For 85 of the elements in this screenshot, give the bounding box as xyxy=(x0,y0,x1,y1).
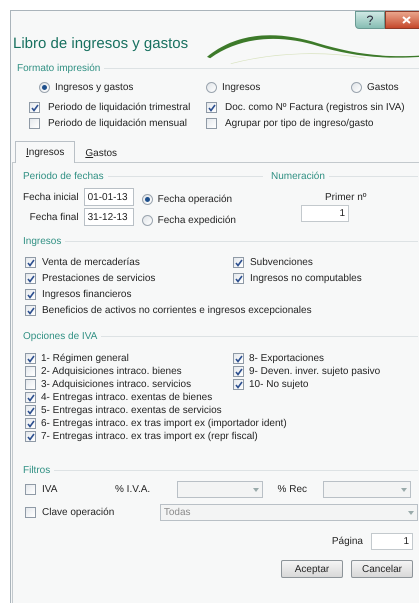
group-title: Formato impresión xyxy=(17,62,100,76)
radio-button[interactable] xyxy=(351,82,362,93)
checkbox[interactable] xyxy=(25,289,36,300)
checkbox[interactable] xyxy=(25,392,36,403)
checkbox-label: 6- Entregas intraco. ex tras import ex (importador ident) xyxy=(41,417,287,430)
checkbox[interactable] xyxy=(233,379,244,390)
check-icon xyxy=(208,104,216,112)
checkbox[interactable] xyxy=(25,431,36,442)
field-label: Fecha inicial xyxy=(23,190,79,204)
checkbox-label: Venta de mercaderías xyxy=(42,256,140,269)
window-title: Libro de ingresos y gastos xyxy=(13,35,188,53)
checkbox-label: Periodo de liquidación trimestral xyxy=(48,101,190,114)
field-label: % I.V.A. xyxy=(115,483,152,497)
date-field[interactable]: 01-01-13 xyxy=(84,188,134,206)
checkbox-label: 8- Exportaciones xyxy=(249,352,324,365)
checkbox[interactable] xyxy=(25,484,36,495)
page-field[interactable]: 1 xyxy=(371,533,413,550)
checkbox-label: 4- Entregas intraco. exentas de bienes xyxy=(41,391,212,404)
checkbox[interactable] xyxy=(25,273,36,284)
radio-button[interactable] xyxy=(142,215,153,226)
radio-label: Ingresos y gastos xyxy=(55,81,134,95)
group-title: Filtros xyxy=(23,464,50,478)
tab[interactable]: Gastos xyxy=(75,144,128,162)
checkbox-label: Doc. como Nº Factura (registros sin IVA) xyxy=(225,101,405,114)
tab[interactable]: Ingresos xyxy=(15,141,76,163)
checkbox-label: 7- Entregas intraco. ex tras import ex (repr fiscal) xyxy=(41,430,258,443)
checkbox-label: 9- Deven. inver. sujeto pasivo xyxy=(249,365,380,378)
group-title: Ingresos xyxy=(23,235,62,249)
checkbox[interactable] xyxy=(233,273,244,284)
checkbox[interactable] xyxy=(25,405,36,416)
checkbox-label: 3- Adquisiciones intraco. servicios xyxy=(41,378,192,391)
field-label: Primer nº xyxy=(324,191,366,205)
radio-button[interactable] xyxy=(39,82,50,93)
checkbox-label: Ingresos no computables xyxy=(250,272,362,285)
checkbox-label: Agrupar por tipo de ingreso/gasto xyxy=(225,117,374,130)
checkbox[interactable] xyxy=(233,353,244,364)
radio-label: Fecha operación xyxy=(158,193,232,207)
dialog-button[interactable]: Aceptar xyxy=(281,560,343,578)
dropdown-arrow-icon xyxy=(253,488,259,492)
checkbox[interactable] xyxy=(25,379,36,390)
number-field[interactable]: 1 xyxy=(301,205,349,222)
checkbox[interactable] xyxy=(25,366,36,377)
date-field[interactable]: 31-12-13 xyxy=(84,208,134,226)
radio-label: Fecha expedición xyxy=(158,214,236,228)
checkbox[interactable] xyxy=(29,118,40,129)
checkbox-label: Periodo de liquidación mensual xyxy=(48,117,187,130)
checkbox-label: Subvenciones xyxy=(250,256,313,269)
group-title: Numeración xyxy=(271,170,325,184)
radio-label: Gastos xyxy=(367,81,399,95)
help-icon xyxy=(366,15,374,25)
check-icon xyxy=(30,104,38,112)
group-title: Opciones de IVA xyxy=(23,330,98,344)
checkbox[interactable] xyxy=(25,353,36,364)
checkbox[interactable] xyxy=(25,257,36,268)
dialog-button[interactable]: Cancelar xyxy=(351,560,413,578)
checkbox-label: 1- Régimen general xyxy=(41,352,129,365)
group-title: Periodo de fechas xyxy=(23,170,104,184)
checkbox-label: 10- No sujeto xyxy=(249,378,308,391)
dropdown-arrow-icon xyxy=(401,488,407,492)
checkbox-label: 2- Adquisiciones intraco. bienes xyxy=(41,365,182,378)
checkbox[interactable] xyxy=(25,507,36,518)
checkbox[interactable] xyxy=(25,418,36,429)
checkbox[interactable] xyxy=(206,118,217,129)
field-label: Fecha final xyxy=(30,210,79,224)
check-icon xyxy=(26,354,34,362)
checkbox[interactable] xyxy=(25,305,36,316)
checkbox[interactable] xyxy=(206,102,217,113)
checkbox[interactable] xyxy=(233,257,244,268)
close-button[interactable] xyxy=(385,11,419,29)
checkbox[interactable] xyxy=(233,366,244,377)
radio-button[interactable] xyxy=(206,82,217,93)
radio-button[interactable] xyxy=(142,194,153,205)
dropdown-arrow-icon xyxy=(408,510,414,514)
checkbox-label: Clave operación xyxy=(42,506,114,519)
radio-label: Ingresos xyxy=(222,81,260,95)
checkbox-label: Beneficios de activos no corrientes e ingresos excepcionales xyxy=(42,304,312,317)
checkbox[interactable] xyxy=(29,102,40,113)
checkbox-label: Ingresos financieros xyxy=(42,288,132,301)
checkbox-label: Prestaciones de servicios xyxy=(42,272,156,285)
field-label: % Rec xyxy=(276,483,308,497)
help-button[interactable] xyxy=(355,11,385,29)
checkbox-label: 5- Entregas intraco. exentas de servicios xyxy=(41,404,222,417)
checkbox-label: IVA xyxy=(42,483,58,496)
close-icon xyxy=(402,16,410,24)
field-label: Página xyxy=(332,535,363,549)
